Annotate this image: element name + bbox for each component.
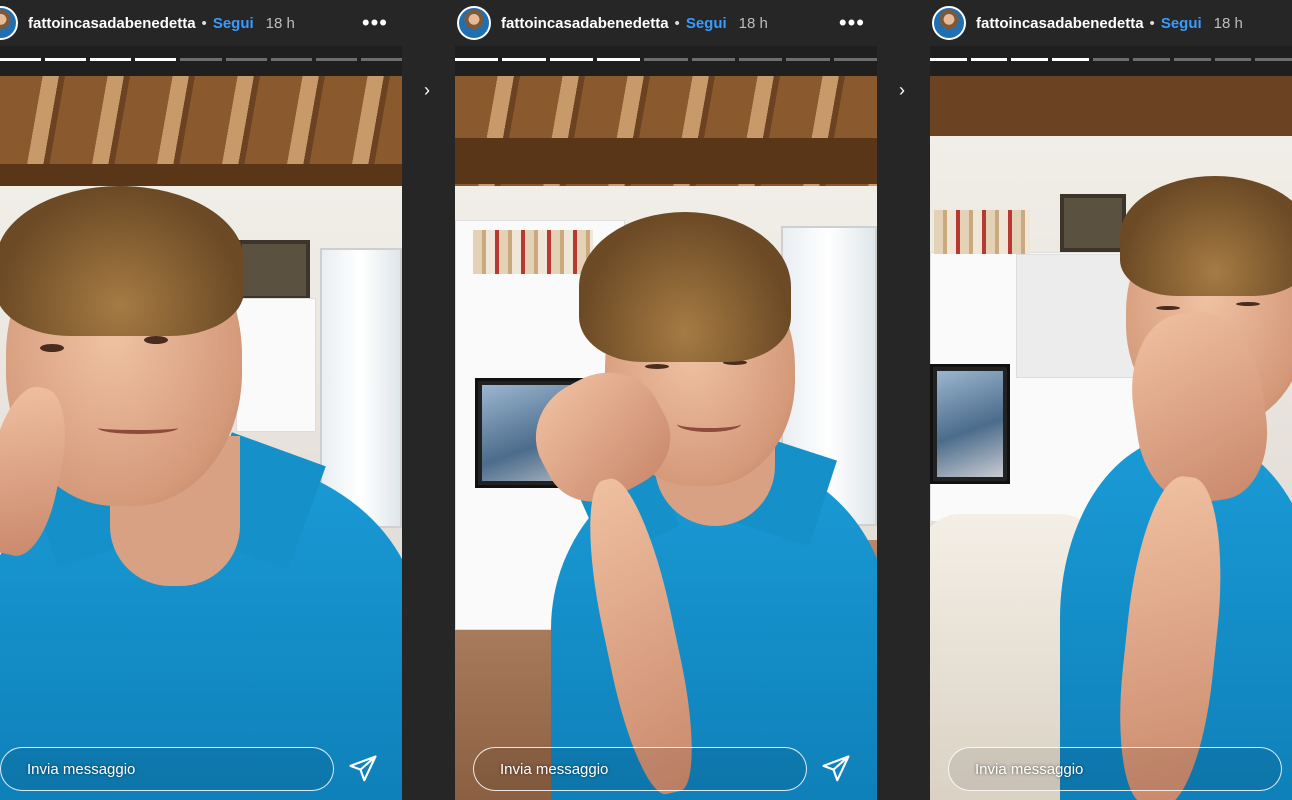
story-timestamp: 18 h (265, 14, 295, 32)
progress-segment (502, 58, 546, 61)
progress-segment (833, 58, 877, 61)
person-image (455, 76, 877, 800)
follow-button[interactable]: Segui (1161, 15, 1202, 32)
story-progress (0, 58, 402, 61)
story-header: fattoincasadabenedetta • Segui 18 h ••• (455, 0, 877, 46)
eye (40, 344, 64, 352)
progress-segment (1174, 58, 1211, 61)
progress-segment (1052, 58, 1089, 61)
progress-segment (90, 58, 132, 61)
chevron-right-icon[interactable]: › (421, 80, 433, 100)
progress-segment (455, 58, 499, 61)
progress-segment (1011, 58, 1049, 61)
message-input[interactable]: Invia messaggio (473, 747, 807, 791)
eye (1156, 306, 1180, 310)
hair (0, 186, 244, 336)
story-panel-1[interactable]: fattoincasadabenedetta • Segui 18 h ••• (0, 0, 402, 800)
chevron-right-icon[interactable]: › (896, 80, 908, 100)
hair (579, 212, 791, 362)
progress-segment (270, 58, 312, 61)
progress-segment (225, 58, 267, 61)
story-progress (455, 58, 877, 61)
story-panel-3[interactable]: fattoincasadabenedetta • Segui 18 h Invi… (930, 0, 1292, 800)
progress-segment (596, 58, 641, 61)
message-placeholder: Invia messaggio (975, 760, 1084, 778)
paper-plane-icon[interactable] (821, 754, 851, 784)
progress-segment (0, 58, 42, 61)
username-link[interactable]: fattoincasadabenedetta (28, 15, 196, 32)
message-placeholder: Invia messaggio (27, 760, 136, 778)
smile (98, 422, 178, 434)
progress-segment (315, 58, 357, 61)
separator-dot: • (1149, 14, 1155, 32)
profile-avatar[interactable] (457, 6, 491, 40)
message-input[interactable]: Invia messaggio (948, 747, 1282, 791)
username-link[interactable]: fattoincasadabenedetta (976, 15, 1144, 32)
eye (645, 364, 669, 369)
smile (677, 416, 741, 432)
reply-bar: Invia messaggio (0, 738, 402, 800)
reply-bar: Invia messaggio (930, 738, 1292, 800)
story-timestamp: 18 h (738, 14, 768, 32)
progress-segment (786, 58, 830, 61)
progress-segment (45, 58, 87, 61)
progress-segment (1255, 58, 1292, 61)
hair (1120, 176, 1292, 296)
story-timestamp: 18 h (1213, 14, 1243, 32)
progress-segment (549, 58, 593, 61)
more-icon[interactable]: ••• (839, 12, 865, 34)
person-image (0, 76, 402, 800)
progress-segment (1214, 58, 1252, 61)
progress-segment (691, 58, 735, 61)
eye (1236, 302, 1260, 306)
eye (144, 336, 168, 344)
story-panel-2[interactable]: fattoincasadabenedetta • Segui 18 h ••• (455, 0, 877, 800)
progress-segment (930, 58, 967, 61)
progress-segment (360, 58, 402, 61)
story-progress (930, 58, 1292, 61)
progress-segment (738, 58, 783, 61)
story-header: fattoincasadabenedetta • Segui 18 h (930, 0, 1292, 46)
profile-avatar[interactable] (932, 6, 966, 40)
progress-segment (644, 58, 688, 61)
progress-segment (1092, 58, 1130, 61)
follow-button[interactable]: Segui (686, 15, 727, 32)
message-placeholder: Invia messaggio (500, 760, 609, 778)
message-input[interactable]: Invia messaggio (0, 747, 334, 791)
reply-bar: Invia messaggio (455, 738, 877, 800)
username-link[interactable]: fattoincasadabenedetta (501, 15, 669, 32)
story-media[interactable] (930, 76, 1292, 800)
progress-segment (970, 58, 1008, 61)
story-media[interactable] (0, 76, 402, 800)
separator-dot: • (674, 14, 680, 32)
story-header: fattoincasadabenedetta • Segui 18 h ••• (0, 0, 402, 46)
paper-plane-icon[interactable] (348, 754, 378, 784)
separator-dot: • (201, 14, 207, 32)
person-image (930, 76, 1292, 800)
progress-segment (180, 58, 222, 61)
progress-segment (135, 58, 177, 61)
more-icon[interactable]: ••• (362, 12, 388, 34)
profile-avatar[interactable] (0, 6, 18, 40)
follow-button[interactable]: Segui (213, 15, 254, 32)
story-media[interactable] (455, 76, 877, 800)
progress-segment (1133, 58, 1171, 61)
